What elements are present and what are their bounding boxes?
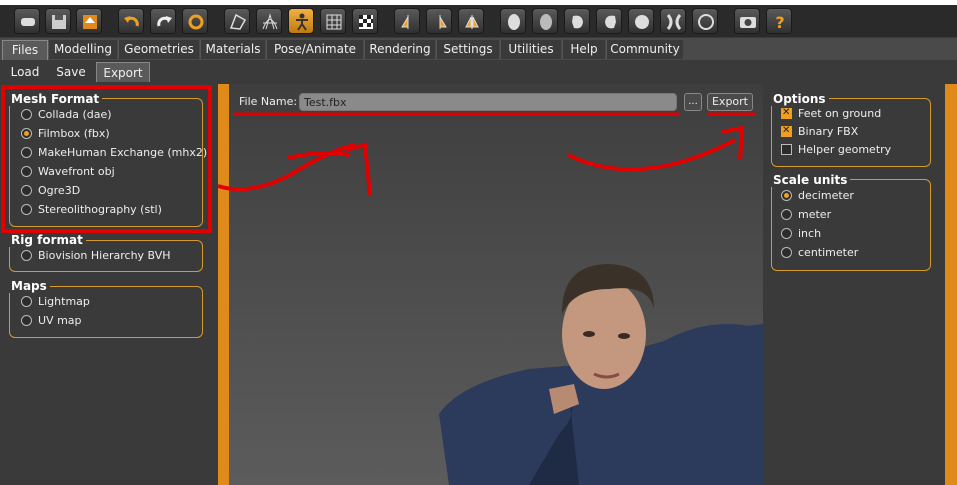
- scale-option-meter[interactable]: meter: [781, 207, 831, 223]
- file-name-input[interactable]: [299, 93, 677, 111]
- checkbox-icon: [781, 144, 792, 155]
- export-icon[interactable]: [76, 8, 102, 34]
- svg-text:?: ?: [775, 13, 784, 32]
- tab-modelling[interactable]: Modelling: [48, 40, 117, 59]
- undo-icon[interactable]: [118, 8, 144, 34]
- export-button[interactable]: Export: [707, 93, 753, 111]
- checkbox-checked-icon: [781, 124, 792, 138]
- file-name-bar: File Name: ... Export: [229, 92, 763, 114]
- file-name-label: File Name:: [239, 95, 298, 108]
- radio-icon: [21, 147, 32, 158]
- scale-units-title: Scale units: [770, 173, 851, 187]
- right-panel: Options Feet on ground Binary FBX Helper…: [763, 84, 957, 485]
- options-title: Options: [770, 92, 829, 106]
- mesh-option-collada[interactable]: Collada (dae): [21, 107, 112, 123]
- top-view-icon[interactable]: [628, 8, 654, 34]
- browse-button[interactable]: ...: [684, 93, 702, 111]
- radio-icon: [781, 247, 792, 258]
- left-scrollbar[interactable]: [218, 84, 229, 485]
- symmetry-right-icon[interactable]: [394, 8, 420, 34]
- left-view-icon[interactable]: [564, 8, 590, 34]
- mesh-format-title: Mesh Format: [8, 92, 103, 106]
- option-feet-on-ground[interactable]: Feet on ground: [781, 106, 881, 122]
- tab-settings[interactable]: Settings: [436, 40, 499, 59]
- scale-option-inch[interactable]: inch: [781, 226, 821, 242]
- tab-pose-animate[interactable]: Pose/Animate: [266, 40, 363, 59]
- grid-icon[interactable]: [320, 8, 346, 34]
- scale-option-decimeter[interactable]: decimeter: [781, 188, 854, 204]
- subtab-load[interactable]: Load: [4, 62, 46, 82]
- main-tabs: Files Modelling Geometries Materials Pos…: [0, 38, 957, 60]
- tab-materials[interactable]: Materials: [200, 40, 265, 59]
- radio-selected-icon: [21, 128, 32, 139]
- tab-utilities[interactable]: Utilities: [500, 40, 561, 59]
- reset-camera-icon[interactable]: [692, 8, 718, 34]
- tab-geometries[interactable]: Geometries: [118, 40, 199, 59]
- new-file-icon[interactable]: [14, 8, 40, 34]
- save-icon[interactable]: [45, 8, 71, 34]
- redo-icon[interactable]: [150, 8, 176, 34]
- mesh-option-mhx2[interactable]: MakeHuman Exchange (mhx2): [21, 145, 207, 161]
- pose-icon[interactable]: [288, 8, 314, 34]
- subtab-export[interactable]: Export: [96, 62, 150, 82]
- back-view-icon[interactable]: [532, 8, 558, 34]
- files-subtabs: Load Save Export: [0, 61, 957, 83]
- symmetry-icon[interactable]: [458, 8, 484, 34]
- smooth-icon[interactable]: [224, 8, 250, 34]
- mesh-option-stl[interactable]: Stereolithography (stl): [21, 202, 162, 218]
- radio-icon: [781, 209, 792, 220]
- help-icon[interactable]: ?: [766, 8, 792, 34]
- option-helper-geometry[interactable]: Helper geometry: [781, 142, 891, 158]
- bottom-view-icon[interactable]: [660, 8, 686, 34]
- radio-icon: [21, 109, 32, 120]
- front-view-icon[interactable]: [500, 8, 526, 34]
- reset-icon[interactable]: [182, 8, 208, 34]
- checker-icon[interactable]: [352, 8, 378, 34]
- left-panel: Mesh Format Collada (dae) Filmbox (fbx) …: [0, 84, 217, 485]
- tab-community[interactable]: Community: [606, 40, 683, 59]
- mesh-option-filmbox[interactable]: Filmbox (fbx): [21, 126, 110, 142]
- mesh-option-ogre3d[interactable]: Ogre3D: [21, 183, 80, 199]
- radio-icon: [21, 315, 32, 326]
- maps-option-lightmap[interactable]: Lightmap: [21, 294, 90, 310]
- main-toolbar: ?: [0, 5, 957, 37]
- rig-format-title: Rig format: [8, 233, 86, 247]
- subtab-save[interactable]: Save: [50, 62, 92, 82]
- option-binary-fbx[interactable]: Binary FBX: [781, 124, 858, 140]
- radio-icon: [781, 228, 792, 239]
- right-view-icon[interactable]: [596, 8, 622, 34]
- maps-option-uvmap[interactable]: UV map: [21, 313, 82, 329]
- screenshot-icon[interactable]: [734, 8, 760, 34]
- maps-title: Maps: [8, 279, 50, 293]
- radio-icon: [21, 204, 32, 215]
- radio-icon: [21, 166, 32, 177]
- right-scrollbar[interactable]: [945, 84, 957, 485]
- mesh-option-obj[interactable]: Wavefront obj: [21, 164, 115, 180]
- tab-help[interactable]: Help: [562, 40, 605, 59]
- wireframe-icon[interactable]: [256, 8, 282, 34]
- rig-option-bvh[interactable]: Biovision Hierarchy BVH: [21, 248, 171, 264]
- human-model-figure: [439, 264, 763, 485]
- radio-icon: [21, 250, 32, 261]
- radio-icon: [21, 296, 32, 307]
- tab-files[interactable]: Files: [2, 40, 48, 60]
- tab-rendering[interactable]: Rendering: [364, 40, 435, 59]
- 3d-viewport[interactable]: File Name: ... Export: [229, 84, 763, 485]
- checkbox-checked-icon: [781, 106, 792, 120]
- symmetry-left-icon[interactable]: [426, 8, 452, 34]
- radio-selected-icon: [781, 190, 792, 201]
- radio-icon: [21, 185, 32, 196]
- scale-option-centimeter[interactable]: centimeter: [781, 245, 858, 261]
